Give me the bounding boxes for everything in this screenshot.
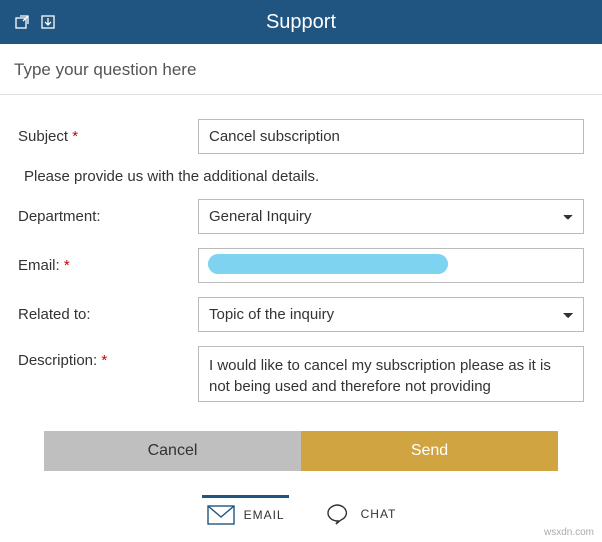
info-text: Please provide us with the additional de… [24,168,584,185]
tab-email[interactable]: EMAIL [202,495,289,530]
description-label: Description: * [18,346,198,369]
cancel-button[interactable]: Cancel [44,431,301,471]
related-select[interactable]: Topic of the inquiry [198,297,584,332]
department-select[interactable]: General Inquiry [198,199,584,234]
header-icons [0,12,58,32]
department-label: Department: [18,208,198,225]
question-input[interactable]: Type your question here [0,44,602,95]
attribution: wsxdn.com [544,527,594,538]
redacted-overlay [208,254,448,274]
support-header: Support [0,0,602,44]
chat-icon [323,503,353,525]
description-row: Description: * I would like to cancel my… [18,346,584,407]
related-label: Related to: [18,306,198,323]
subject-input[interactable] [198,119,584,154]
email-label: Email: * [18,257,198,274]
subject-label: Subject * [18,128,198,145]
button-row: Cancel Send [44,431,558,471]
related-row: Related to: Topic of the inquiry [18,297,584,332]
channel-tabs: EMAIL CHAT [18,495,584,530]
send-button[interactable]: Send [301,431,558,471]
tab-chat-label: CHAT [361,507,397,521]
subject-row: Subject * [18,119,584,154]
email-row: Email: * [18,248,584,283]
popout-icon[interactable] [12,12,32,32]
tab-email-label: EMAIL [244,508,285,522]
tab-chat[interactable]: CHAT [319,497,401,529]
department-row: Department: General Inquiry [18,199,584,234]
email-icon [206,504,236,526]
support-form: Subject * Please provide us with the add… [0,95,602,530]
description-textarea[interactable]: I would like to cancel my subscription p… [198,346,584,402]
minimize-icon[interactable] [38,12,58,32]
page-title: Support [266,11,336,34]
